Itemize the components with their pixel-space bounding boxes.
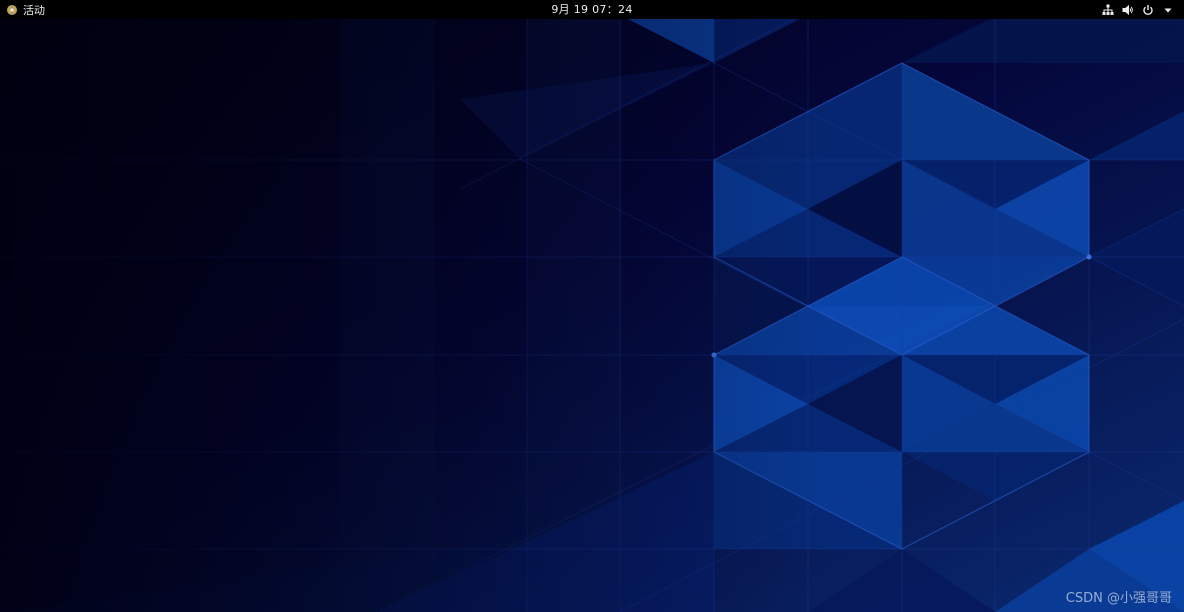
power-icon bbox=[1142, 4, 1154, 16]
desktop-wallpaper bbox=[0, 19, 1184, 612]
activities-button[interactable]: 活动 bbox=[6, 0, 45, 19]
activities-label: 活动 bbox=[23, 3, 45, 17]
activities-icon bbox=[6, 4, 18, 16]
watermark-text: CSDN @小强哥哥 bbox=[1065, 591, 1172, 606]
top-bar: 活动 9月 19 07：24 bbox=[0, 0, 1184, 19]
system-tray[interactable] bbox=[1102, 0, 1174, 19]
volume-icon bbox=[1122, 4, 1134, 16]
chevron-down-icon bbox=[1162, 4, 1174, 16]
network-icon bbox=[1102, 4, 1114, 16]
desktop-screen: 活动 9月 19 07：24 CSDN @小强哥哥 bbox=[0, 0, 1184, 612]
clock-button[interactable]: 9月 19 07：24 bbox=[532, 0, 652, 19]
